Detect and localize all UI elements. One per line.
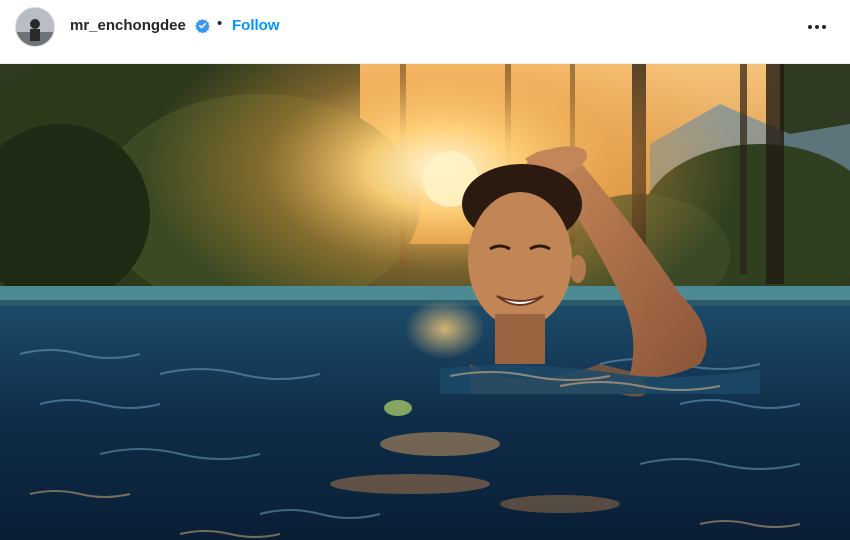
verified-badge-icon [195, 18, 210, 34]
avatar[interactable] [16, 8, 54, 46]
username-link[interactable]: mr_enchongdee [70, 16, 186, 36]
follow-button[interactable]: Follow [232, 16, 280, 36]
more-options-icon[interactable] [800, 14, 834, 38]
post-header: mr_enchongdee • Follow [0, 0, 850, 64]
separator-dot: • [217, 15, 223, 32]
pool-sunset-image [0, 64, 850, 540]
post-photo[interactable] [0, 64, 850, 540]
